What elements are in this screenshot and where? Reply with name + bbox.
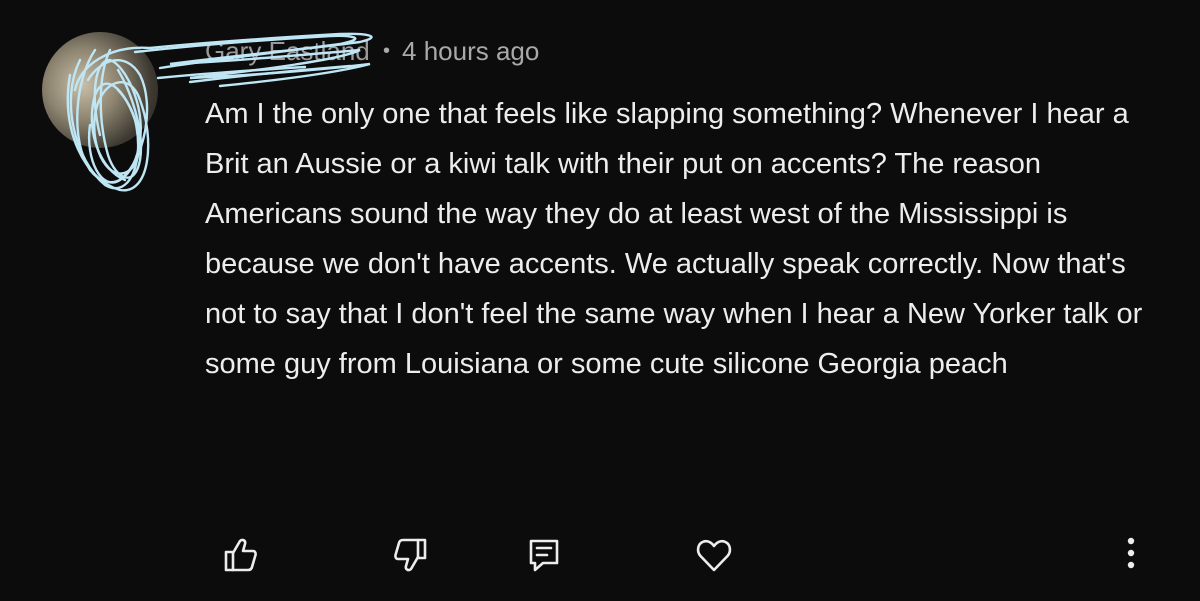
- comment-timestamp: 4 hours ago: [402, 35, 540, 66]
- thumbs-up-icon: [224, 538, 257, 572]
- reply-button[interactable]: [522, 533, 566, 577]
- heart-icon: [696, 539, 732, 572]
- more-vertical-icon: [1127, 537, 1135, 569]
- thumbs-down-icon: [394, 538, 427, 572]
- comment-text: Am I the only one that feels like slappi…: [205, 98, 1143, 380]
- comment-header: Gary Eastland • 4 hours ago: [205, 33, 539, 69]
- more-options-button[interactable]: [1106, 533, 1156, 577]
- reply-icon: [529, 539, 559, 572]
- meta-separator: •: [383, 39, 391, 62]
- heart-button[interactable]: [692, 533, 736, 577]
- avatar[interactable]: [42, 32, 158, 148]
- dislike-button[interactable]: [389, 533, 433, 577]
- like-button[interactable]: [218, 533, 262, 577]
- author-name[interactable]: Gary Eastland: [205, 36, 375, 67]
- comment-card: Gary Eastland • 4 hours ago Am I the onl…: [0, 0, 1200, 601]
